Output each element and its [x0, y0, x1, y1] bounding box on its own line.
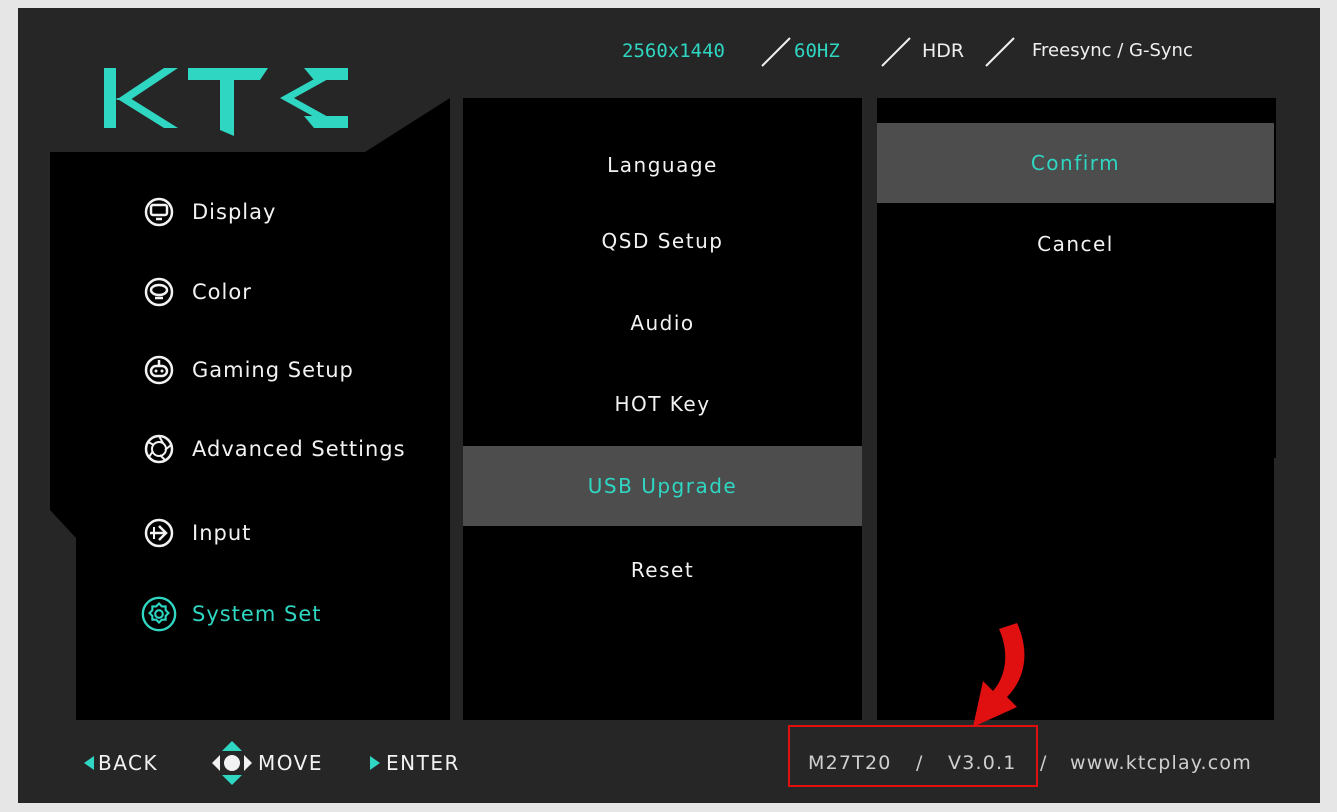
- submenu-panel: Language QSD Setup Audio HOT Key USB Upg…: [463, 98, 862, 720]
- enter-label: ENTER: [386, 751, 460, 775]
- back-label: BACK: [98, 751, 159, 775]
- panel-edge: [1274, 98, 1276, 458]
- enter-control[interactable]: ENTER: [370, 748, 460, 778]
- aperture-icon: [140, 430, 178, 468]
- cancel-button[interactable]: Cancel: [877, 204, 1274, 284]
- color-icon: [140, 273, 178, 311]
- slash-divider: [985, 37, 1015, 67]
- submenu-item-audio[interactable]: Audio: [463, 283, 862, 363]
- menu-item-display[interactable]: Display: [140, 189, 440, 235]
- slash-divider: [881, 37, 911, 67]
- menu-item-gaming-setup[interactable]: Gaming Setup: [140, 347, 440, 393]
- hdr-label: HDR: [922, 40, 965, 62]
- monitor-icon: [140, 193, 178, 231]
- refresh-rate-label: 60HZ: [794, 40, 840, 62]
- submenu-item-hot-key[interactable]: HOT Key: [463, 364, 862, 444]
- sync-label: Freesync / G-Sync: [1032, 40, 1193, 61]
- submenu-item-reset[interactable]: Reset: [463, 530, 862, 610]
- menu-item-label: Advanced Settings: [192, 437, 406, 461]
- menu-item-advanced-settings[interactable]: Advanced Settings: [140, 426, 440, 472]
- confirm-button[interactable]: Confirm: [877, 123, 1274, 203]
- menu-item-label: Input: [192, 521, 252, 545]
- move-label: MOVE: [258, 751, 323, 775]
- resolution-label: 2560x1440: [622, 40, 725, 62]
- menu-item-label: Display: [192, 200, 277, 224]
- menu-item-system-set[interactable]: System Set: [140, 591, 440, 637]
- back-control[interactable]: BACK: [84, 748, 158, 778]
- menu-item-label: Gaming Setup: [192, 358, 354, 382]
- options-panel: Confirm Cancel: [877, 98, 1274, 720]
- submenu-item-usb-upgrade[interactable]: USB Upgrade: [463, 446, 862, 526]
- submenu-item-qsd-setup[interactable]: QSD Setup: [463, 201, 862, 281]
- dpad-icon: [212, 741, 252, 785]
- slash-divider: [761, 37, 791, 67]
- right-triangle-icon: [370, 756, 380, 770]
- gear-icon: [140, 595, 178, 633]
- move-control[interactable]: MOVE: [212, 741, 323, 785]
- separator: /: [1040, 752, 1048, 774]
- submenu-item-language[interactable]: Language: [463, 125, 862, 205]
- website-url: www.ktcplay.com: [1070, 752, 1252, 774]
- curved-down-arrow-icon: [973, 623, 1025, 727]
- menu-item-input[interactable]: Input: [140, 510, 440, 556]
- gamepad-icon: [140, 351, 178, 389]
- menu-item-label: Color: [192, 280, 252, 304]
- menu-item-label: System Set: [192, 602, 322, 626]
- input-arrow-icon: [140, 514, 178, 552]
- menu-item-color[interactable]: Color: [140, 269, 440, 315]
- left-triangle-icon: [84, 756, 94, 770]
